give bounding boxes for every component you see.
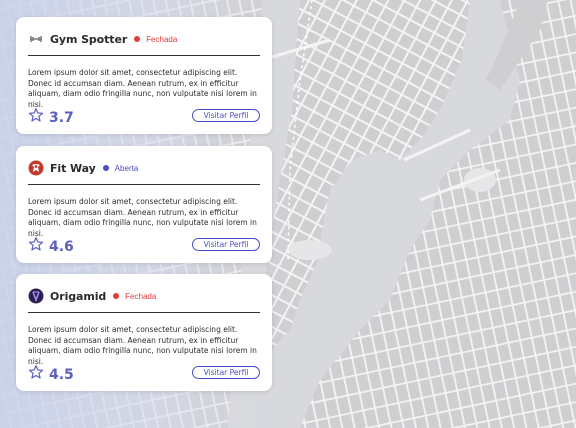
gym-name: Fit Way [50,161,96,175]
gym-description: Lorem ipsum dolor sit amet, consectetur … [28,325,257,366]
divider [28,184,260,185]
rating: 3.7 [28,107,74,128]
fitway-logo-icon [28,160,44,176]
rating-value: 3.7 [49,109,74,126]
gym-name: Origamid [50,289,107,303]
rating-value: 4.5 [49,366,74,383]
star-icon [28,364,44,385]
status-label: Aberta [114,163,139,173]
status-label: Fechada [146,34,178,44]
rating: 4.6 [28,236,74,257]
divider [28,55,260,56]
rating-value: 4.6 [49,238,74,255]
rating: 4.5 [28,364,74,385]
card-header: Origamid Fechada [28,286,156,306]
visit-profile-button[interactable]: Visitar Perfil [192,366,260,379]
card-header: Fit Way Aberta [28,158,138,178]
gym-description: Lorem ipsum dolor sit amet, consectetur … [28,68,257,109]
visit-profile-button[interactable]: Visitar Perfil [192,109,260,122]
status-dot [102,165,109,171]
gym-card[interactable]: Gym Spotter Fechada Lorem ipsum dolor si… [16,17,272,134]
status-label: Fechada [125,291,157,301]
gym-description: Lorem ipsum dolor sit amet, consectetur … [28,197,257,238]
status-dot [113,293,120,299]
card-header: Gym Spotter Fechada [28,29,177,49]
divider [28,312,260,313]
dumbbell-icon [28,31,44,47]
star-icon [28,236,44,257]
status-dot [134,36,141,42]
gym-card[interactable]: Origamid Fechada Lorem ipsum dolor sit a… [16,274,272,391]
origamid-logo-icon [28,288,44,304]
star-icon [28,107,44,128]
gym-card[interactable]: Fit Way Aberta Lorem ipsum dolor sit ame… [16,146,272,263]
gym-name: Gym Spotter [50,32,128,46]
visit-profile-button[interactable]: Visitar Perfil [192,238,260,251]
